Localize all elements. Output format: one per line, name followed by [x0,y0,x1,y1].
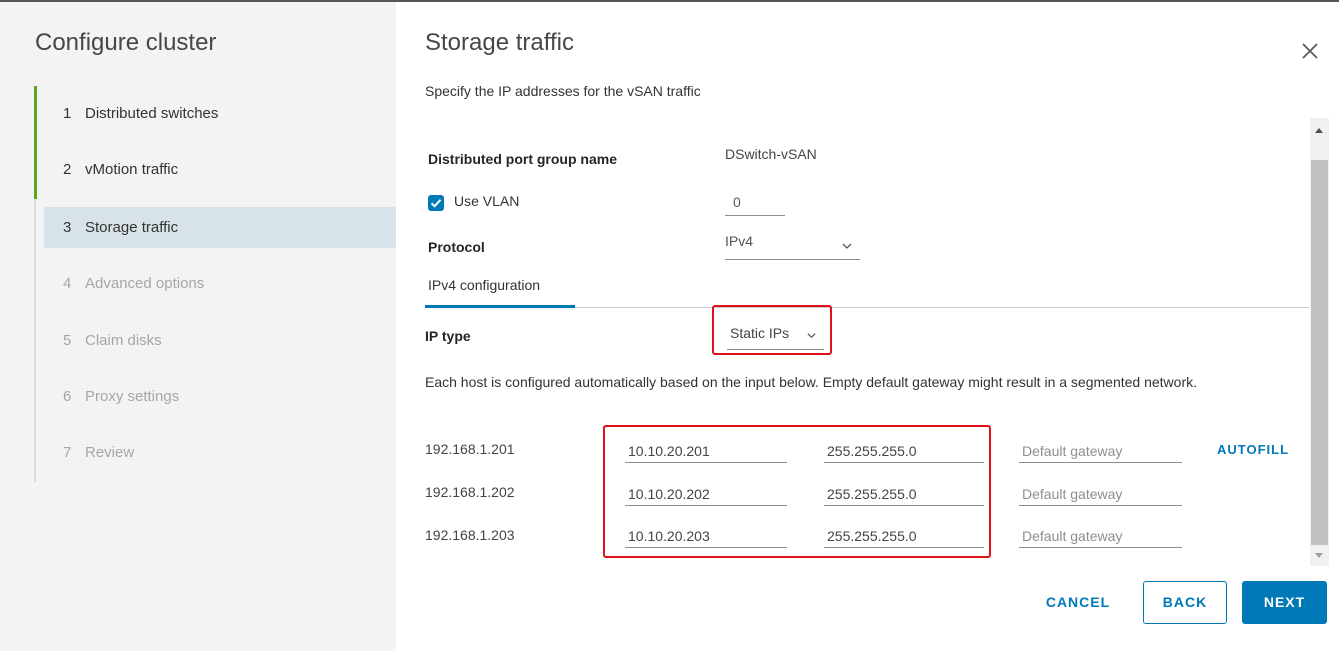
vlan-id-underline [725,215,785,216]
wizard-step-vmotion-traffic[interactable]: 2 vMotion traffic [44,149,396,190]
step-number: 1 [63,105,72,122]
step-progress-bar [34,86,37,199]
default-gateway-input[interactable] [1019,524,1182,548]
ip-type-select-underline [727,349,824,350]
step-number: 5 [63,332,72,349]
page-subtitle: Specify the IP addresses for the vSAN tr… [425,83,701,99]
default-gateway-input[interactable] [1019,482,1182,506]
scroll-down-icon[interactable] [1313,548,1325,560]
use-vlan-label: Use VLAN [454,193,520,209]
host-address: 192.168.1.201 [425,441,515,457]
scroll-up-icon[interactable] [1313,124,1325,136]
step-label: vMotion traffic [85,161,179,178]
wizard-step-advanced-options: 4 Advanced options [44,263,396,304]
step-label: Claim disks [85,332,162,349]
use-vlan-checkbox[interactable] [428,195,444,211]
step-number: 2 [63,161,72,178]
step-label: Distributed switches [85,105,219,122]
chevron-down-icon [842,243,852,249]
ip-type-select[interactable]: Static IPs [730,325,826,349]
step-label: Proxy settings [85,388,180,405]
wizard-step-claim-disks: 5 Claim disks [44,320,396,361]
protocol-label: Protocol [428,239,485,255]
tab-active-indicator [425,305,575,308]
vlan-id-input[interactable]: 0 [733,194,741,210]
tab-ipv4-configuration[interactable]: IPv4 configuration [425,271,543,306]
back-button[interactable]: BACK [1143,581,1227,624]
step-number: 6 [63,388,72,405]
host-address: 192.168.1.202 [425,484,515,500]
subnet-mask-input[interactable] [824,439,984,463]
cancel-button[interactable]: CANCEL [1032,581,1124,624]
port-group-label: Distributed port group name [428,151,617,167]
close-icon[interactable] [1298,39,1322,63]
wizard-step-proxy-settings: 6 Proxy settings [44,376,396,417]
ip-config-description: Each host is configured automatically ba… [425,374,1197,390]
host-ip-input[interactable] [625,524,787,548]
ip-type-label: IP type [425,328,471,344]
default-gateway-input[interactable] [1019,439,1182,463]
host-ip-input[interactable] [625,482,787,506]
step-label: Review [85,444,135,461]
protocol-select-value: IPv4 [725,233,754,249]
page-title: Storage traffic [425,29,574,56]
step-label: Advanced options [85,275,205,292]
chevron-down-icon [807,333,816,339]
host-address: 192.168.1.203 [425,527,515,543]
step-number: 7 [63,444,72,461]
step-number: 4 [63,275,72,292]
subnet-mask-input[interactable] [824,482,984,506]
next-button[interactable]: NEXT [1242,581,1327,624]
wizard-step-review: 7 Review [44,432,396,473]
protocol-select-underline [725,259,860,260]
ip-type-select-value: Static IPs [730,325,790,341]
step-number: 3 [63,219,72,236]
step-label: Storage traffic [85,219,179,236]
port-group-value: DSwitch-vSAN [725,146,817,162]
checkmark-icon [430,199,442,208]
wizard-step-distributed-switches[interactable]: 1 Distributed switches [44,93,396,134]
wizard-step-storage-traffic[interactable]: 3 Storage traffic [44,207,396,248]
wizard-title: Configure cluster [35,29,217,56]
subnet-mask-input[interactable] [824,524,984,548]
scrollbar-thumb[interactable] [1311,160,1328,545]
autofill-button[interactable]: AUTOFILL [1217,442,1289,457]
host-ip-input[interactable] [625,439,787,463]
protocol-select[interactable]: IPv4 [725,233,860,259]
